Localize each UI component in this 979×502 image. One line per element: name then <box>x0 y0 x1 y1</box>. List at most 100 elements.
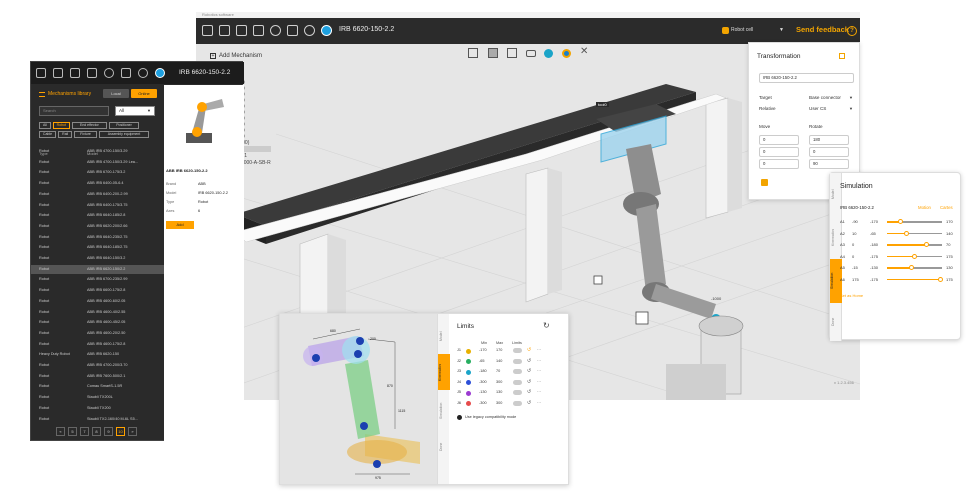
limit-toggle[interactable] <box>513 369 522 374</box>
list-item[interactable]: Robot ABB IRB 6620-150/2.2 <box>31 264 164 274</box>
min-value[interactable]: -130 <box>479 390 487 394</box>
view-front-icon[interactable] <box>468 48 478 58</box>
robot-cell-dropdown[interactable]: Robot cell <box>731 27 753 33</box>
list-item[interactable]: Robot Staubli TX200L <box>31 393 164 402</box>
menu-icon[interactable] <box>36 68 46 78</box>
max-value[interactable]: 300 <box>496 401 502 405</box>
folder-icon[interactable] <box>236 25 247 36</box>
view-side-icon[interactable] <box>507 48 517 58</box>
add-mechanism-button[interactable]: + Add Mechanism <box>210 53 262 59</box>
more-icon[interactable]: ··· <box>537 379 541 384</box>
max-value[interactable]: 300 <box>496 380 502 384</box>
max-value[interactable]: 70 <box>496 369 500 373</box>
list-item[interactable]: Robot ABB IRB 4600-40/2.55 <box>31 308 164 317</box>
page-button[interactable]: 10 <box>116 427 125 436</box>
more-icon[interactable]: ··· <box>537 358 541 363</box>
edit-icon[interactable]: ↺ <box>527 347 531 353</box>
target-icon[interactable] <box>562 49 571 58</box>
rotate-y-field[interactable]: 0 <box>809 147 849 157</box>
motion-mode-toggle[interactable]: Motion <box>918 205 931 210</box>
list-item[interactable]: Robot ABB IRB 6640-185/2.75 <box>31 243 164 252</box>
list-item[interactable]: Robot ABB IRB 4600-175/2.8 <box>31 340 164 349</box>
list-item[interactable]: Robot ABB IRB 6640-150/3.2 <box>31 254 164 263</box>
search-input[interactable]: Search <box>39 106 109 116</box>
joint-slider[interactable] <box>887 276 944 282</box>
list-item[interactable]: Robot ABB IRB 7600-500/2.1 <box>31 372 164 381</box>
edit-icon[interactable]: ↺ <box>527 358 531 364</box>
refresh-icon[interactable]: ↻ <box>543 321 550 330</box>
camera-icon[interactable] <box>526 50 536 57</box>
category-chip[interactable]: End effector <box>71 122 107 129</box>
joint-slider[interactable] <box>887 242 942 247</box>
axis-value[interactable]: 175 <box>852 277 859 282</box>
save-icon[interactable] <box>87 68 97 78</box>
page-button[interactable]: 5 <box>68 427 77 436</box>
list-item[interactable]: Robot ABB IRB 4600-60/2.05 <box>31 297 164 306</box>
joint-slider[interactable] <box>887 253 942 259</box>
target-select[interactable]: Base connector <box>809 95 841 100</box>
limit-toggle[interactable] <box>513 390 522 395</box>
slider-thumb[interactable] <box>924 242 930 247</box>
new-file-icon[interactable] <box>219 25 230 36</box>
list-item[interactable]: Robot ABB IRB 6400-175/3.75 <box>31 201 164 210</box>
axis-value[interactable]: -90 <box>852 219 858 224</box>
move-y-field[interactable]: 0 <box>759 147 799 157</box>
list-item[interactable]: Robot ABB IRB 4700-150/3.29 <box>31 147 164 156</box>
list-item[interactable]: Robot ABB IRB 6700-235/2.99 <box>31 275 164 284</box>
list-item[interactable]: Robot ABB IRB 4700-150/3.29 Lea... <box>31 158 164 167</box>
view-top-icon[interactable] <box>488 48 498 58</box>
sphere-icon[interactable] <box>544 49 553 58</box>
list-item[interactable]: Robot ABB IRB 6620-200/2.66 <box>31 222 164 231</box>
relative-select[interactable]: User CS <box>809 106 826 111</box>
edit-icon[interactable]: ↺ <box>527 379 531 385</box>
tab-done[interactable]: Done <box>831 307 841 337</box>
min-value[interactable]: -300 <box>479 401 487 405</box>
gear-icon[interactable] <box>138 68 148 78</box>
axis-value[interactable]: 0 <box>852 242 854 247</box>
online-button[interactable]: Online <box>131 89 157 98</box>
rotate-z-field[interactable]: 90 <box>809 159 849 169</box>
local-button[interactable]: Local <box>103 89 129 98</box>
joint-slider[interactable] <box>887 219 942 224</box>
folder-icon[interactable] <box>70 68 80 78</box>
min-value[interactable]: -180 <box>479 369 487 373</box>
list-item[interactable]: Robot ABB IRB 4600-45/2.05 <box>31 318 164 327</box>
edit-icon[interactable]: ↺ <box>527 389 531 395</box>
axis-value[interactable]: 10 <box>852 231 856 236</box>
page-button[interactable]: 8 <box>92 427 101 436</box>
list-item[interactable]: Robot Staubli TX2-160/40 M-6L S5... <box>31 415 164 424</box>
min-value[interactable]: -300 <box>479 380 487 384</box>
max-value[interactable]: 170 <box>496 348 502 352</box>
move-x-field[interactable]: 0 <box>759 135 799 145</box>
list-item[interactable]: Robot Comau SmartS-1.5R <box>31 382 164 391</box>
slider-thumb[interactable] <box>897 219 903 224</box>
list-item[interactable]: Robot ABB IRB 6600-175/2.8 <box>31 286 164 295</box>
fullscreen-icon[interactable]: ✕ <box>580 46 588 57</box>
settings-sliders-icon[interactable] <box>121 68 131 78</box>
chevron-down-icon[interactable]: ▼ <box>779 27 784 33</box>
list-item[interactable]: Robot ABB IRB 6700-175/3.2 <box>31 168 164 177</box>
min-value[interactable]: -170 <box>479 348 487 352</box>
limit-toggle[interactable] <box>513 358 522 364</box>
page-button[interactable]: 7 <box>80 427 89 436</box>
edit-icon[interactable]: ↺ <box>527 400 531 406</box>
list-item[interactable]: Robot ABB IRB 6400-05-6.4 <box>31 179 164 188</box>
list-item[interactable]: Robot Staubli TX200 <box>31 404 164 413</box>
min-value[interactable]: -65 <box>479 359 485 363</box>
list-item[interactable]: Robot ABB IRB 6640-185/2.8 <box>31 211 164 220</box>
limit-toggle[interactable] <box>513 348 522 353</box>
limit-toggle[interactable] <box>513 379 522 385</box>
set-home-link[interactable]: Set as Home <box>840 293 863 298</box>
settings-sliders-icon[interactable] <box>287 25 298 36</box>
category-chip[interactable]: All <box>39 122 51 129</box>
list-item[interactable]: Robot ABB IRB 6640-235/2.75 <box>31 233 164 242</box>
edit-icon[interactable]: ↺ <box>527 368 531 374</box>
list-item[interactable]: Robot ABB IRB 6400-200-2.99 <box>31 190 164 199</box>
save-icon[interactable] <box>253 25 264 36</box>
robot-icon[interactable] <box>104 68 114 78</box>
list-item[interactable]: Heavy Duty Robot ABB IRB 6620-150 <box>31 350 164 359</box>
axis-value[interactable]: -15 <box>852 265 858 270</box>
category-chip[interactable]: Rail <box>58 131 73 138</box>
tab-kinematics[interactable]: Kinematics <box>438 354 450 390</box>
tab-simulation[interactable]: Simulation <box>439 394 449 428</box>
